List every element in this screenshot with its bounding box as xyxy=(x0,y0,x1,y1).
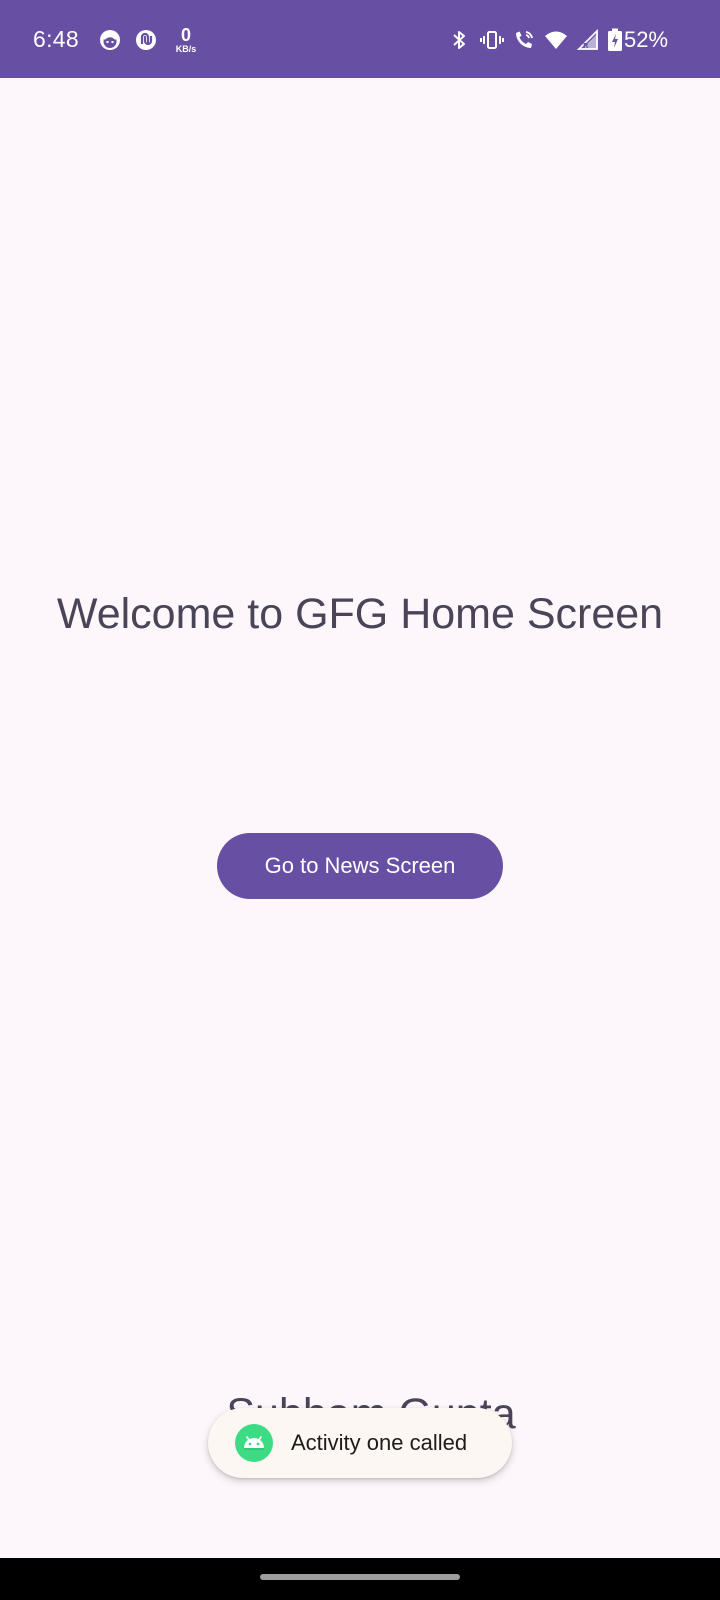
status-bar: 6:48 0 KB/s R 52% xyxy=(0,0,720,78)
battery-percent: 52% xyxy=(624,27,669,52)
battery-charging-icon xyxy=(608,28,622,51)
gesture-handle[interactable] xyxy=(260,1574,460,1580)
navigation-bar xyxy=(0,1558,720,1600)
app-notification-icon xyxy=(100,30,120,50)
toast-text: Activity one called xyxy=(291,1430,468,1455)
data-speed-value: 0 xyxy=(180,25,191,45)
wifi-icon xyxy=(545,31,567,49)
data-speed-indicator: 0 KB/s xyxy=(171,26,201,54)
toast-message: Activity one called xyxy=(208,1408,512,1478)
cellular-signal-icon: R xyxy=(576,28,598,50)
main-content: Welcome to GFG Home Screen Go to News Sc… xyxy=(0,78,720,1558)
android-icon xyxy=(235,1424,273,1462)
go-to-news-button[interactable]: Go to News Screen xyxy=(217,833,503,899)
bluetooth-icon xyxy=(453,31,465,49)
welcome-title: Welcome to GFG Home Screen xyxy=(56,590,664,638)
svg-text:R: R xyxy=(583,42,589,50)
data-saver-icon xyxy=(136,30,156,50)
data-speed-unit: KB/s xyxy=(175,44,197,54)
vibrate-icon xyxy=(480,31,504,49)
wifi-calling-icon xyxy=(516,31,533,48)
status-time: 6:48 xyxy=(33,26,79,52)
